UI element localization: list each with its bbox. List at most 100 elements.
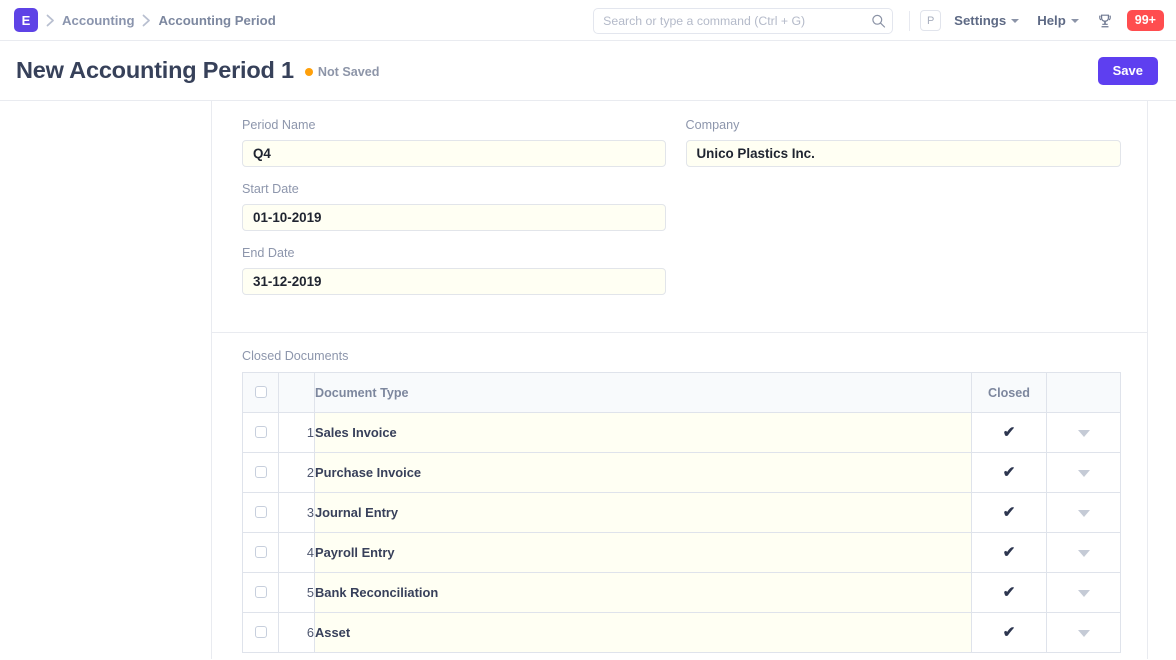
app-logo[interactable]: E: [14, 8, 38, 32]
field-start-date: Start Date: [242, 181, 666, 231]
check-icon: ✔: [1002, 423, 1016, 441]
row-actions-cell[interactable]: [1046, 492, 1121, 533]
actions-header: [1046, 372, 1121, 413]
status-badge-label: Not Saved: [317, 65, 380, 79]
row-index: 6: [278, 612, 315, 653]
caret-down-icon[interactable]: [1077, 429, 1090, 437]
table-body: 1 Sales Invoice ✔ 2 Purchase Invoice ✔ 3…: [242, 412, 1121, 653]
breadcrumb-separator-icon: [135, 14, 159, 27]
start-date-input[interactable]: [242, 203, 666, 231]
check-icon: ✔: [1002, 543, 1016, 561]
row-checkbox[interactable]: [254, 586, 267, 599]
row-select-cell: [242, 452, 279, 493]
row-checkbox[interactable]: [254, 546, 267, 559]
row-index: 2: [278, 452, 315, 493]
search-input[interactable]: [593, 7, 894, 34]
field-label-period-name: Period Name: [242, 118, 316, 132]
avatar[interactable]: P: [920, 10, 942, 31]
page-header: New Accounting Period 1 Not Saved Save: [0, 41, 1176, 101]
row-select-cell: [242, 492, 279, 533]
row-index: 5: [278, 572, 315, 613]
check-icon: ✔: [1002, 583, 1016, 601]
breadcrumb-item-accounting-period[interactable]: Accounting Period: [159, 13, 276, 28]
field-period-name: Period Name: [242, 118, 666, 167]
row-actions-cell[interactable]: [1046, 412, 1121, 453]
caret-down-icon[interactable]: [1077, 549, 1090, 557]
end-date-input[interactable]: [242, 267, 666, 295]
row-select-cell: [242, 612, 279, 653]
navbar-divider: [909, 10, 911, 31]
nav-menu-help-label: Help: [1037, 13, 1066, 28]
row-document-type[interactable]: Purchase Invoice: [314, 452, 972, 493]
table-row[interactable]: 1 Sales Invoice ✔: [242, 412, 1121, 453]
row-select-cell: [242, 412, 279, 453]
field-label-start-date: Start Date: [242, 181, 299, 196]
check-icon: ✔: [1002, 503, 1016, 521]
check-icon: ✔: [1002, 463, 1016, 481]
document-type-header[interactable]: Document Type: [314, 372, 972, 413]
notification-badge[interactable]: 99+: [1126, 9, 1164, 32]
form-column-left: Period Name Start Date End Date: [242, 118, 682, 332]
field-end-date: End Date: [242, 246, 666, 295]
table-row[interactable]: 4 Payroll Entry ✔: [242, 532, 1121, 573]
right-gutter: [1148, 101, 1176, 659]
row-checkbox[interactable]: [254, 426, 267, 439]
row-document-type[interactable]: Sales Invoice: [314, 412, 972, 453]
trophy-icon[interactable]: [1097, 13, 1113, 29]
breadcrumb-separator-icon: [38, 14, 62, 27]
row-closed-cell[interactable]: ✔: [971, 612, 1047, 653]
row-closed-cell[interactable]: ✔: [971, 452, 1047, 493]
row-select-cell: [242, 532, 279, 573]
row-closed-cell[interactable]: ✔: [971, 412, 1047, 453]
page-title: New Accounting Period 1: [16, 57, 294, 83]
row-index: 3: [278, 492, 315, 533]
caret-down-icon[interactable]: [1077, 629, 1090, 637]
row-document-type[interactable]: Payroll Entry: [314, 532, 972, 573]
nav-menu-settings-label: Settings: [954, 13, 1007, 28]
row-select-cell: [242, 572, 279, 613]
field-company: Company: [685, 118, 1121, 167]
status-dot-icon: [304, 68, 313, 76]
page-body: Period Name Start Date End Date Company: [0, 101, 1176, 659]
navbar-right-group: P Settings Help 99+: [593, 0, 1164, 41]
table-row[interactable]: 5 Bank Reconciliation ✔: [242, 572, 1121, 613]
chevron-down-icon: [1070, 18, 1079, 23]
row-document-type[interactable]: Journal Entry: [314, 492, 972, 533]
row-actions-cell[interactable]: [1046, 572, 1121, 613]
row-document-type[interactable]: Bank Reconciliation: [314, 572, 972, 613]
caret-down-icon[interactable]: [1077, 509, 1090, 517]
table-row[interactable]: 3 Journal Entry ✔: [242, 492, 1121, 533]
table-row[interactable]: 6 Asset ✔: [242, 612, 1121, 653]
row-index: 4: [278, 532, 315, 573]
row-document-type[interactable]: Asset: [314, 612, 972, 653]
table-row[interactable]: 2 Purchase Invoice ✔: [242, 452, 1121, 493]
row-checkbox[interactable]: [254, 626, 267, 639]
row-index: 1: [278, 412, 315, 453]
save-button[interactable]: Save: [1097, 56, 1158, 85]
form-content-card: Period Name Start Date End Date Company: [212, 101, 1148, 659]
nav-menu-settings[interactable]: Settings: [954, 13, 1020, 28]
closed-documents-label: Closed Documents: [242, 349, 349, 363]
check-icon: ✔: [1002, 623, 1016, 641]
period-name-input[interactable]: [242, 139, 666, 167]
row-actions-cell[interactable]: [1046, 452, 1121, 493]
breadcrumb-item-accounting[interactable]: Accounting: [62, 13, 135, 28]
table-header-row: Document Type Closed: [242, 372, 1121, 413]
company-input[interactable]: [685, 139, 1121, 167]
caret-down-icon[interactable]: [1077, 469, 1090, 477]
row-closed-cell[interactable]: ✔: [971, 532, 1047, 573]
row-closed-cell[interactable]: ✔: [971, 492, 1047, 533]
nav-menu-help[interactable]: Help: [1037, 13, 1079, 28]
row-checkbox[interactable]: [254, 506, 267, 519]
row-checkbox[interactable]: [254, 466, 267, 479]
row-actions-cell[interactable]: [1046, 532, 1121, 573]
index-header: [278, 372, 315, 413]
top-navbar: E Accounting Accounting Period P Setting…: [0, 0, 1176, 41]
closed-header[interactable]: Closed: [971, 372, 1047, 413]
status-badge: Not Saved: [304, 65, 380, 79]
global-search[interactable]: [593, 7, 894, 34]
caret-down-icon[interactable]: [1077, 589, 1090, 597]
row-actions-cell[interactable]: [1046, 612, 1121, 653]
select-all-checkbox[interactable]: [254, 386, 267, 399]
row-closed-cell[interactable]: ✔: [971, 572, 1047, 613]
